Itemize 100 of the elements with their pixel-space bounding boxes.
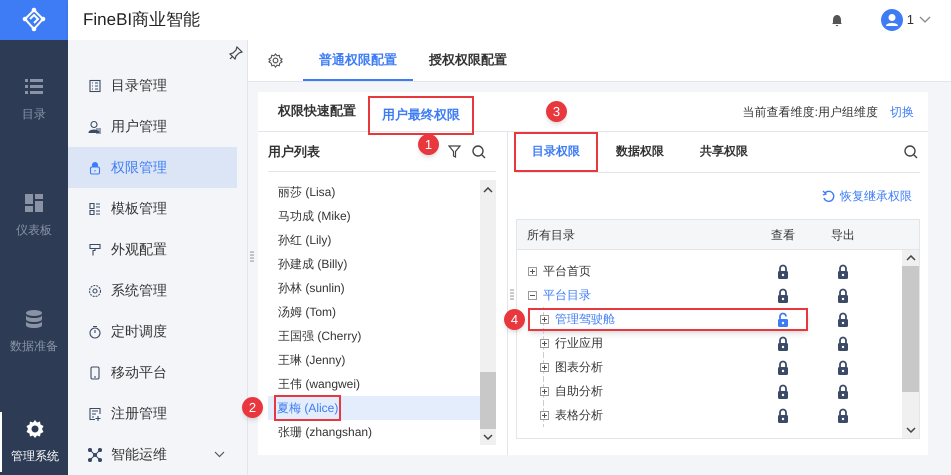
database-icon [24, 309, 44, 329]
tab[interactable]: 共享权限 [684, 132, 764, 172]
expand-icon[interactable] [540, 386, 549, 396]
tab[interactable]: 目录权限 [516, 134, 596, 170]
lock-icon[interactable] [777, 360, 789, 374]
chevron-down-icon[interactable] [919, 16, 931, 24]
tree-item[interactable]: 行业应用 [555, 334, 603, 352]
drag-handle-icon[interactable] [510, 289, 514, 301]
user-item[interactable]: 汤姆 (Tom) [268, 300, 480, 324]
register-icon [88, 406, 102, 420]
tree-item[interactable]: 自助分析 [555, 382, 603, 400]
menu-item[interactable]: 目录管理 [68, 65, 237, 106]
expand-icon[interactable] [540, 362, 549, 372]
expand-icon[interactable] [540, 338, 549, 348]
menu-item[interactable]: 注册管理 [68, 393, 237, 434]
restore-link[interactable]: 恢复继承权限 [840, 187, 912, 205]
menu-item[interactable]: 用户管理 [68, 106, 237, 147]
menu-item[interactable]: 智能运维 [68, 434, 237, 475]
lock-icon[interactable] [777, 336, 789, 350]
search-icon[interactable] [472, 144, 486, 158]
user-item[interactable]: 王琳 (Jenny) [268, 348, 480, 372]
user-item[interactable]: 王伟 (wangwei) [268, 372, 480, 396]
lock-icon[interactable] [837, 360, 849, 374]
avatar-icon[interactable] [880, 9, 903, 31]
menu-item[interactable]: 外观配置 [68, 229, 237, 270]
scroll-down-icon[interactable] [483, 434, 493, 440]
scroll-up-icon[interactable] [906, 255, 916, 261]
stopwatch-icon [88, 324, 102, 338]
menu-item[interactable]: 系统管理 [68, 270, 237, 311]
search-icon[interactable] [904, 145, 918, 159]
user-icon [88, 120, 102, 134]
lock-icon[interactable] [777, 288, 789, 302]
user-item[interactable]: 孙红 (Lily) [268, 228, 480, 252]
undo-icon[interactable] [822, 190, 835, 202]
lock-icon[interactable] [837, 312, 849, 326]
lock-icon[interactable] [777, 384, 789, 398]
lock-icon[interactable] [837, 408, 849, 422]
lock-icon[interactable] [837, 336, 849, 350]
column-header: 查看 [770, 226, 796, 244]
user-item[interactable]: 丽莎 (Lisa) [268, 180, 480, 204]
menu-item[interactable]: 定时调度 [68, 311, 237, 352]
user-item[interactable]: 张珊 (zhangshan) [268, 420, 480, 444]
menu-item[interactable]: 模板管理 [68, 188, 237, 229]
tab[interactable]: 普通权限配置 [303, 40, 413, 81]
tree-item[interactable]: 表格分析 [555, 406, 603, 424]
app-logo[interactable] [0, 0, 68, 40]
tree-item[interactable]: 管理驾驶舱 [555, 310, 615, 328]
lock-icon [88, 160, 102, 174]
rail-item[interactable]: 仪表板 [0, 186, 68, 246]
callout-badge: 4 [504, 309, 525, 330]
user-item[interactable]: 孙林 (sunlin) [268, 276, 480, 300]
scroll-up-icon[interactable] [483, 187, 493, 193]
user-item[interactable]: 孙建成 (Billy) [268, 252, 480, 276]
tab[interactable]: 数据权限 [600, 132, 680, 172]
user-item[interactable]: 马功成 (Mike) [268, 204, 480, 228]
scroll-thumb[interactable] [480, 372, 496, 429]
scrollbar[interactable] [902, 250, 919, 438]
filter-icon[interactable] [448, 145, 461, 158]
drag-handle-icon[interactable] [250, 251, 254, 263]
tree-item[interactable]: 平台目录 [543, 286, 591, 304]
list-icon [24, 77, 44, 97]
expand-icon[interactable] [540, 410, 549, 420]
callout-badge: 1 [418, 134, 439, 155]
lock-icon[interactable] [837, 288, 849, 302]
menu-item[interactable]: 移动平台 [68, 352, 237, 393]
dimension-label: 当前查看维度:用户组维度 [742, 104, 878, 120]
scroll-down-icon[interactable] [906, 427, 916, 433]
dashboard-icon [24, 193, 44, 213]
unlocked-icon[interactable] [777, 312, 789, 326]
logo-icon [21, 7, 47, 33]
rail-item[interactable]: 数据准备 [0, 302, 68, 362]
user-name[interactable]: 1 [906, 10, 914, 30]
tab[interactable]: 权限快速配置 [272, 92, 362, 131]
switch-link[interactable]: 切换 [890, 102, 914, 120]
user-item[interactable]: 王国强 (Cherry) [268, 324, 480, 348]
tree-item[interactable]: 图表分析 [555, 358, 603, 376]
pin-icon[interactable] [229, 46, 243, 60]
column-header: 所有目录 [526, 226, 576, 244]
lock-icon[interactable] [837, 384, 849, 398]
paint-roller-icon [88, 242, 102, 256]
layout-icon [88, 202, 102, 216]
lock-icon[interactable] [837, 264, 849, 278]
network-icon [88, 448, 102, 462]
phone-icon [88, 366, 102, 380]
tab[interactable]: 用户最终权限 [370, 98, 472, 133]
scrollbar[interactable] [480, 180, 496, 445]
rail-item[interactable]: 目录 [0, 70, 68, 130]
expand-icon[interactable] [528, 266, 537, 276]
lock-icon[interactable] [777, 408, 789, 422]
expand-icon[interactable] [540, 314, 549, 324]
bell-icon[interactable] [830, 14, 843, 26]
scroll-thumb[interactable] [902, 266, 919, 392]
callout-badge: 2 [242, 397, 263, 418]
document-icon [88, 78, 102, 92]
tree-item[interactable]: 平台首页 [543, 262, 591, 280]
tab[interactable]: 授权权限配置 [413, 40, 523, 81]
collapse-icon[interactable] [528, 290, 537, 300]
gear-icon [25, 419, 45, 439]
column-header: 导出 [830, 226, 856, 244]
lock-icon[interactable] [777, 264, 789, 278]
